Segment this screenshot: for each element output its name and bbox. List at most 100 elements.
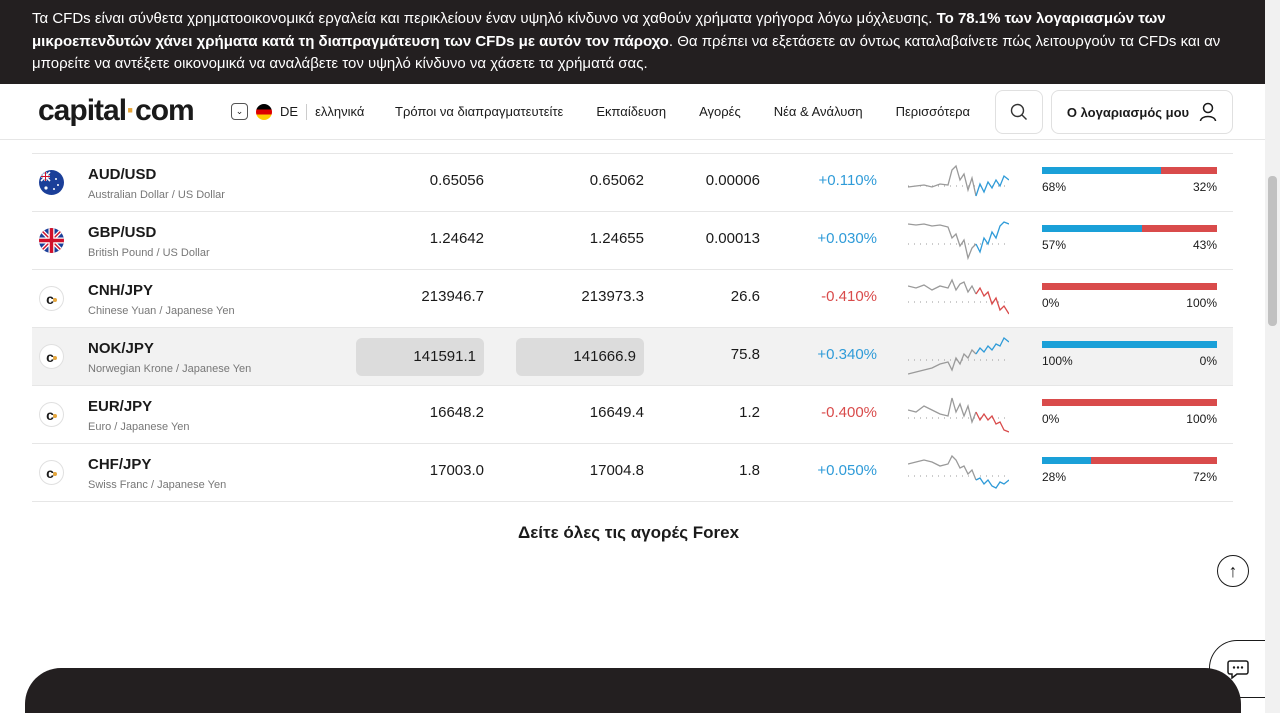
- spread-value: 1.2: [739, 404, 760, 421]
- buyers-bar: [1042, 341, 1217, 348]
- buy-price[interactable]: 0.65062: [516, 172, 644, 189]
- sell-price[interactable]: 141591.1: [356, 338, 484, 376]
- germany-flag-icon: [256, 103, 272, 120]
- change-percent: +0.110%: [818, 172, 877, 189]
- sellers-bar: [1042, 283, 1217, 290]
- buyers-percent: 57%: [1042, 238, 1067, 252]
- buy-price[interactable]: 16649.4: [516, 404, 644, 421]
- sell-price[interactable]: 17003.0: [356, 462, 484, 479]
- change-percent: +0.340%: [817, 346, 877, 363]
- sparkline-chart: [908, 454, 1009, 489]
- table-row[interactable]: AUD/USD Australian Dollar / US Dollar 0.65…: [32, 154, 1233, 212]
- logo[interactable]: capital·com: [38, 94, 195, 128]
- sell-price[interactable]: 0.65056: [356, 172, 484, 189]
- instrument-symbol[interactable]: EUR/JPY: [88, 398, 152, 415]
- my-account-button[interactable]: Ο λογαριασμός μου: [1051, 90, 1233, 134]
- table-row[interactable]: GBP/USD British Pound / US Dollar 1.24642 1…: [32, 212, 1233, 270]
- sparkline-chart: [908, 221, 1009, 261]
- capital-logo-icon: c: [39, 344, 64, 369]
- region-selector[interactable]: ⌄ DE ελληνικά: [231, 103, 364, 120]
- spread-value: 1.8: [739, 462, 760, 479]
- region-code: DE: [280, 104, 299, 119]
- nav-news-analysis[interactable]: Νέα & Ανάλυση: [774, 104, 863, 119]
- nav-education[interactable]: Εκπαίδευση: [596, 104, 666, 119]
- sentiment-bar: [1042, 399, 1217, 406]
- nav-trading-ways[interactable]: Τρόποι να διαπραγματευτείτε: [395, 104, 563, 119]
- sellers-bar: [1091, 457, 1217, 464]
- change-percent: -0.400%: [821, 404, 877, 421]
- buyers-bar: [1042, 225, 1142, 232]
- instrument-symbol[interactable]: AUD/USD: [88, 166, 156, 183]
- see-all-forex-link[interactable]: Δείτε όλες τις αγορές Forex: [518, 523, 739, 543]
- arrow-up-icon: ↑: [1228, 560, 1238, 581]
- table-row[interactable]: c EUR/JPY Euro / Japanese Yen 16648.2 16649.…: [32, 386, 1233, 444]
- instrument-name: British Pound / US Dollar: [88, 247, 210, 259]
- logo-tld: com: [135, 94, 195, 127]
- promo-section: [25, 668, 1241, 713]
- instrument-symbol[interactable]: CNH/JPY: [88, 282, 153, 299]
- buy-price[interactable]: 141666.9: [516, 338, 644, 376]
- search-button[interactable]: [995, 90, 1043, 134]
- change-percent: +0.050%: [817, 462, 877, 479]
- chevron-down-icon: ⌄: [231, 103, 248, 120]
- chat-icon: [1227, 660, 1249, 679]
- instrument-symbol[interactable]: GBP/USD: [88, 224, 156, 241]
- capital-logo-icon: c: [39, 402, 64, 427]
- sparkline-chart: [908, 397, 1009, 433]
- instrument-name: Chinese Yuan / Japanese Yen: [88, 305, 235, 317]
- buyers-percent: 100%: [1042, 354, 1073, 368]
- sellers-percent: 32%: [1192, 180, 1217, 194]
- table-row[interactable]: c CNH/JPY Chinese Yuan / Japanese Yen 21394…: [32, 270, 1233, 328]
- scroll-to-top-button[interactable]: ↑: [1217, 555, 1249, 587]
- sentiment-bar: [1042, 341, 1217, 348]
- instrument-name: Norwegian Krone / Japanese Yen: [88, 363, 252, 375]
- sellers-percent: 0%: [1199, 354, 1217, 368]
- user-icon: [1199, 102, 1217, 122]
- scrollbar-thumb[interactable]: [1268, 176, 1277, 326]
- language-label: ελληνικά: [315, 104, 365, 119]
- buyers-percent: 0%: [1042, 412, 1060, 426]
- risk-warning-banner: Τα CFDs είναι σύνθετα χρηματοοικονομικά …: [0, 0, 1265, 84]
- buy-price[interactable]: 213973.3: [516, 288, 644, 305]
- client-sentiment: 0% 100%: [1042, 399, 1217, 426]
- nav-markets[interactable]: Αγορές: [699, 104, 741, 119]
- logo-text: capital: [38, 94, 127, 127]
- buyers-bar: [1042, 457, 1091, 464]
- page-scrollbar[interactable]: [1265, 0, 1280, 713]
- capital-logo-icon: c: [39, 286, 64, 311]
- buy-price[interactable]: 1.24655: [516, 230, 644, 247]
- spread-value: 0.00006: [705, 172, 760, 189]
- uk-flag-icon: [39, 228, 64, 253]
- table-row[interactable]: c NOK/JPY Norwegian Krone / Japanese Yen 14…: [32, 328, 1233, 386]
- buy-price[interactable]: 17004.8: [516, 462, 644, 479]
- client-sentiment: 57% 43%: [1042, 225, 1217, 252]
- divider: [306, 103, 308, 120]
- page: Τα CFDs είναι σύνθετα χρηματοοικονομικά …: [0, 0, 1280, 713]
- sell-price[interactable]: 1.24642: [356, 230, 484, 247]
- instrument-symbol[interactable]: CHF/JPY: [88, 456, 151, 473]
- change-percent: -0.410%: [821, 288, 877, 305]
- forex-markets-table: AUD/USD Australian Dollar / US Dollar 0.65…: [32, 153, 1233, 502]
- sparkline-chart: [908, 336, 1009, 375]
- nav-more[interactable]: Περισσότερα: [896, 104, 970, 119]
- sell-price[interactable]: 16648.2: [356, 404, 484, 421]
- table-row[interactable]: c CHF/JPY Swiss Franc / Japanese Yen 17003.…: [32, 444, 1233, 502]
- client-sentiment: 68% 32%: [1042, 167, 1217, 194]
- client-sentiment: 100% 0%: [1042, 341, 1217, 368]
- spread-value: 0.00013: [705, 230, 760, 247]
- sellers-bar: [1141, 225, 1217, 232]
- sentiment-bar: [1042, 167, 1217, 174]
- sellers-percent: 100%: [1186, 296, 1217, 310]
- risk-text: Τα CFDs είναι σύνθετα χρηματοοικονομικά …: [32, 10, 933, 27]
- client-sentiment: 0% 100%: [1042, 283, 1217, 310]
- instrument-name: Euro / Japanese Yen: [88, 421, 190, 433]
- change-percent: +0.030%: [817, 230, 877, 247]
- sell-price[interactable]: 213946.7: [356, 288, 484, 305]
- search-icon: [1010, 103, 1027, 120]
- buyers-percent: 28%: [1042, 470, 1067, 484]
- sellers-percent: 43%: [1192, 238, 1217, 252]
- instrument-symbol[interactable]: NOK/JPY: [88, 340, 154, 357]
- main-nav: Τρόποι να διαπραγματευτείτε Εκπαίδευση Α…: [395, 104, 970, 119]
- instrument-name: Australian Dollar / US Dollar: [88, 189, 225, 201]
- sentiment-bar: [1042, 225, 1217, 232]
